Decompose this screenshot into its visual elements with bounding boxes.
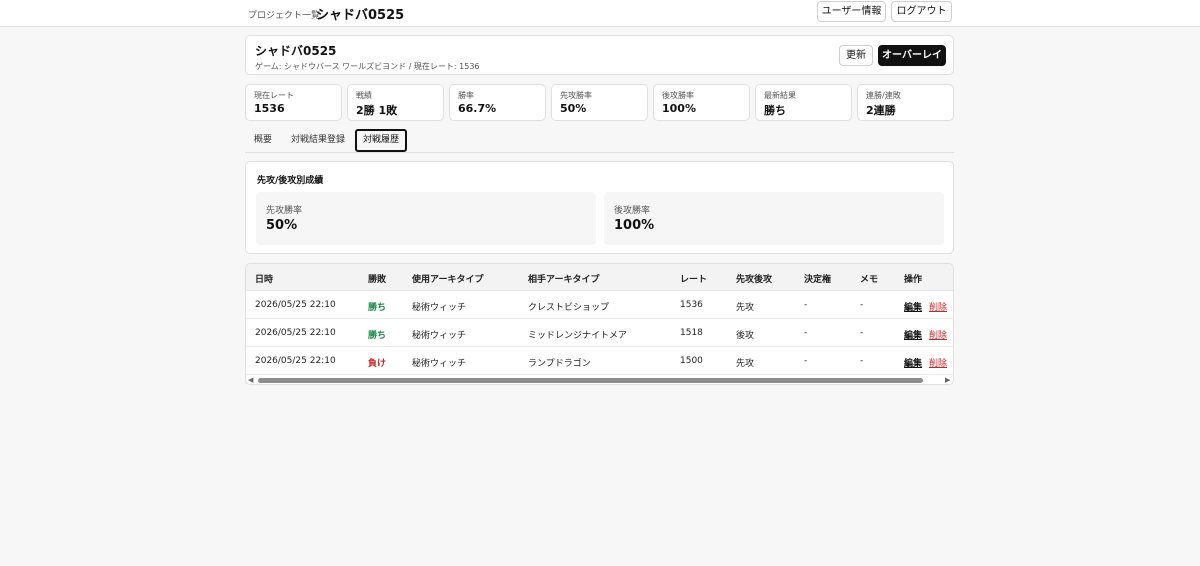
cell-turn: 後攻 (736, 331, 755, 341)
tab-overview[interactable]: 概要 (254, 129, 272, 152)
refresh-button[interactable]: 更新 (839, 45, 873, 66)
cell-rate: 1518 (680, 328, 703, 338)
scroll-right-arrow-icon[interactable]: ▶ (945, 376, 950, 384)
column-header-archetype: 使用アーキタイプ (412, 275, 484, 285)
cell-opponent: ランプドラゴン (528, 359, 591, 369)
stat-label: 連勝/連敗 (866, 91, 901, 100)
column-header-opponent: 相手アーキタイプ (528, 275, 600, 285)
stat-second-win-rate: 後攻勝率 100% (653, 84, 750, 121)
scrollbar-thumb[interactable] (258, 378, 923, 383)
column-header-rate: レート (680, 275, 708, 285)
cell-archetype: 秘術ウィッチ (412, 359, 467, 369)
cell-turn: 先攻 (736, 359, 755, 369)
table-row: 2026/05/25 22:10 負け 秘術ウィッチ ランプドラゴン 1500 … (246, 347, 953, 375)
first-win-rate-value: 50% (266, 218, 298, 233)
cell-rate: 1536 (680, 300, 703, 310)
cell-date: 2026/05/25 22:10 (255, 300, 336, 310)
cell-opponent: ミッドレンジナイトメア (528, 331, 628, 341)
edit-link[interactable]: 編集 (904, 328, 922, 341)
stat-label: 戦績 (356, 91, 372, 100)
first-win-rate-box: 先攻勝率 50% (256, 192, 596, 245)
cell-opponent: クレストビショップ (528, 303, 610, 313)
first-second-stats-card: 先攻/後攻別成績 先攻勝率 50% 後攻勝率 100% (245, 161, 954, 254)
stat-value: 2連勝 (866, 104, 896, 117)
breadcrumb-project-list[interactable]: プロジェクト一覧 (248, 8, 320, 21)
cell-result-win: 勝ち (368, 331, 387, 341)
cell-archetype: 秘術ウィッチ (412, 303, 467, 313)
stat-first-win-rate: 先攻勝率 50% (551, 84, 648, 121)
stat-record: 戦績 2勝 1敗 (347, 84, 444, 121)
cell-memo: - (860, 328, 864, 338)
stat-value: 100% (662, 102, 696, 115)
delete-link[interactable]: 削除 (929, 356, 947, 369)
user-info-button[interactable]: ユーザー情報 (817, 1, 886, 22)
cell-memo: - (860, 300, 864, 310)
edit-link[interactable]: 編集 (904, 356, 922, 369)
table-row: 2026/05/25 22:10 勝ち 秘術ウィッチ ミッドレンジナイトメア 1… (246, 319, 953, 347)
stat-latest-result: 最新結果 勝ち (755, 84, 852, 121)
tab-match-history[interactable]: 対戦履歴 (355, 129, 407, 152)
tab-divider (245, 152, 954, 153)
column-header-actions: 操作 (904, 275, 923, 285)
cell-turn: 先攻 (736, 303, 755, 313)
cell-rate: 1500 (680, 356, 703, 366)
edit-link[interactable]: 編集 (904, 300, 922, 313)
first-win-rate-label: 先攻勝率 (266, 206, 303, 216)
cell-result-win: 勝ち (368, 303, 387, 313)
stat-value: 2勝 1敗 (356, 104, 398, 117)
delete-link[interactable]: 削除 (929, 328, 947, 341)
column-header-result: 勝敗 (368, 275, 387, 285)
cell-result-lose: 負け (368, 359, 387, 369)
column-header-memo: メモ (860, 275, 879, 285)
column-header-date: 日時 (255, 275, 274, 285)
cell-decider: - (804, 356, 808, 366)
stat-value: 勝ち (764, 104, 786, 117)
project-header-card: シャドバ0525 ゲーム: シャドウバース ワールズビヨンド / 現在レート: … (245, 35, 954, 75)
stat-value: 66.7% (458, 102, 497, 115)
tab-match-register[interactable]: 対戦結果登録 (291, 129, 345, 152)
stat-label: 後攻勝率 (662, 91, 694, 100)
overlay-button[interactable]: オーバーレイ (878, 45, 946, 66)
cell-decider: - (804, 300, 808, 310)
stat-value: 50% (560, 102, 587, 115)
top-bar: プロジェクト一覧 シャドバ0525 ユーザー情報 ログアウト (0, 0, 1200, 27)
stat-label: 先攻勝率 (560, 91, 592, 100)
table-header: 日時 勝敗 使用アーキタイプ 相手アーキタイプ レート 先攻後攻 決定権 メモ … (246, 264, 953, 291)
column-header-turn: 先攻後攻 (736, 275, 773, 285)
stat-value: 1536 (254, 102, 285, 115)
cell-archetype: 秘術ウィッチ (412, 331, 467, 341)
second-win-rate-label: 後攻勝率 (614, 206, 651, 216)
column-header-decider: 決定権 (804, 275, 832, 285)
cell-date: 2026/05/25 22:10 (255, 356, 336, 366)
delete-link[interactable]: 削除 (929, 300, 947, 313)
section-title: 先攻/後攻別成績 (257, 176, 324, 186)
cell-date: 2026/05/25 22:10 (255, 328, 336, 338)
horizontal-scrollbar[interactable]: ◀ ▶ (246, 376, 953, 384)
cell-memo: - (860, 356, 864, 366)
stat-label: 勝率 (458, 91, 474, 100)
stat-label: 最新結果 (764, 91, 796, 100)
stat-win-rate: 勝率 66.7% (449, 84, 546, 121)
stat-label: 現在レート (254, 91, 294, 100)
project-subtitle: ゲーム: シャドウバース ワールズビヨンド / 現在レート: 1536 (255, 62, 480, 71)
project-title: シャドバ0525 (255, 44, 337, 58)
second-win-rate-box: 後攻勝率 100% (604, 192, 944, 245)
logout-button[interactable]: ログアウト (891, 1, 952, 22)
stat-streak: 連勝/連敗 2連勝 (857, 84, 954, 121)
cell-decider: - (804, 328, 808, 338)
match-history-table: 日時 勝敗 使用アーキタイプ 相手アーキタイプ レート 先攻後攻 決定権 メモ … (245, 263, 954, 385)
table-row: 2026/05/25 22:10 勝ち 秘術ウィッチ クレストビショップ 153… (246, 291, 953, 319)
second-win-rate-value: 100% (614, 218, 655, 233)
stat-current-rate: 現在レート 1536 (245, 84, 342, 121)
page-title: シャドバ0525 (316, 8, 405, 23)
scroll-left-arrow-icon[interactable]: ◀ (248, 376, 253, 384)
